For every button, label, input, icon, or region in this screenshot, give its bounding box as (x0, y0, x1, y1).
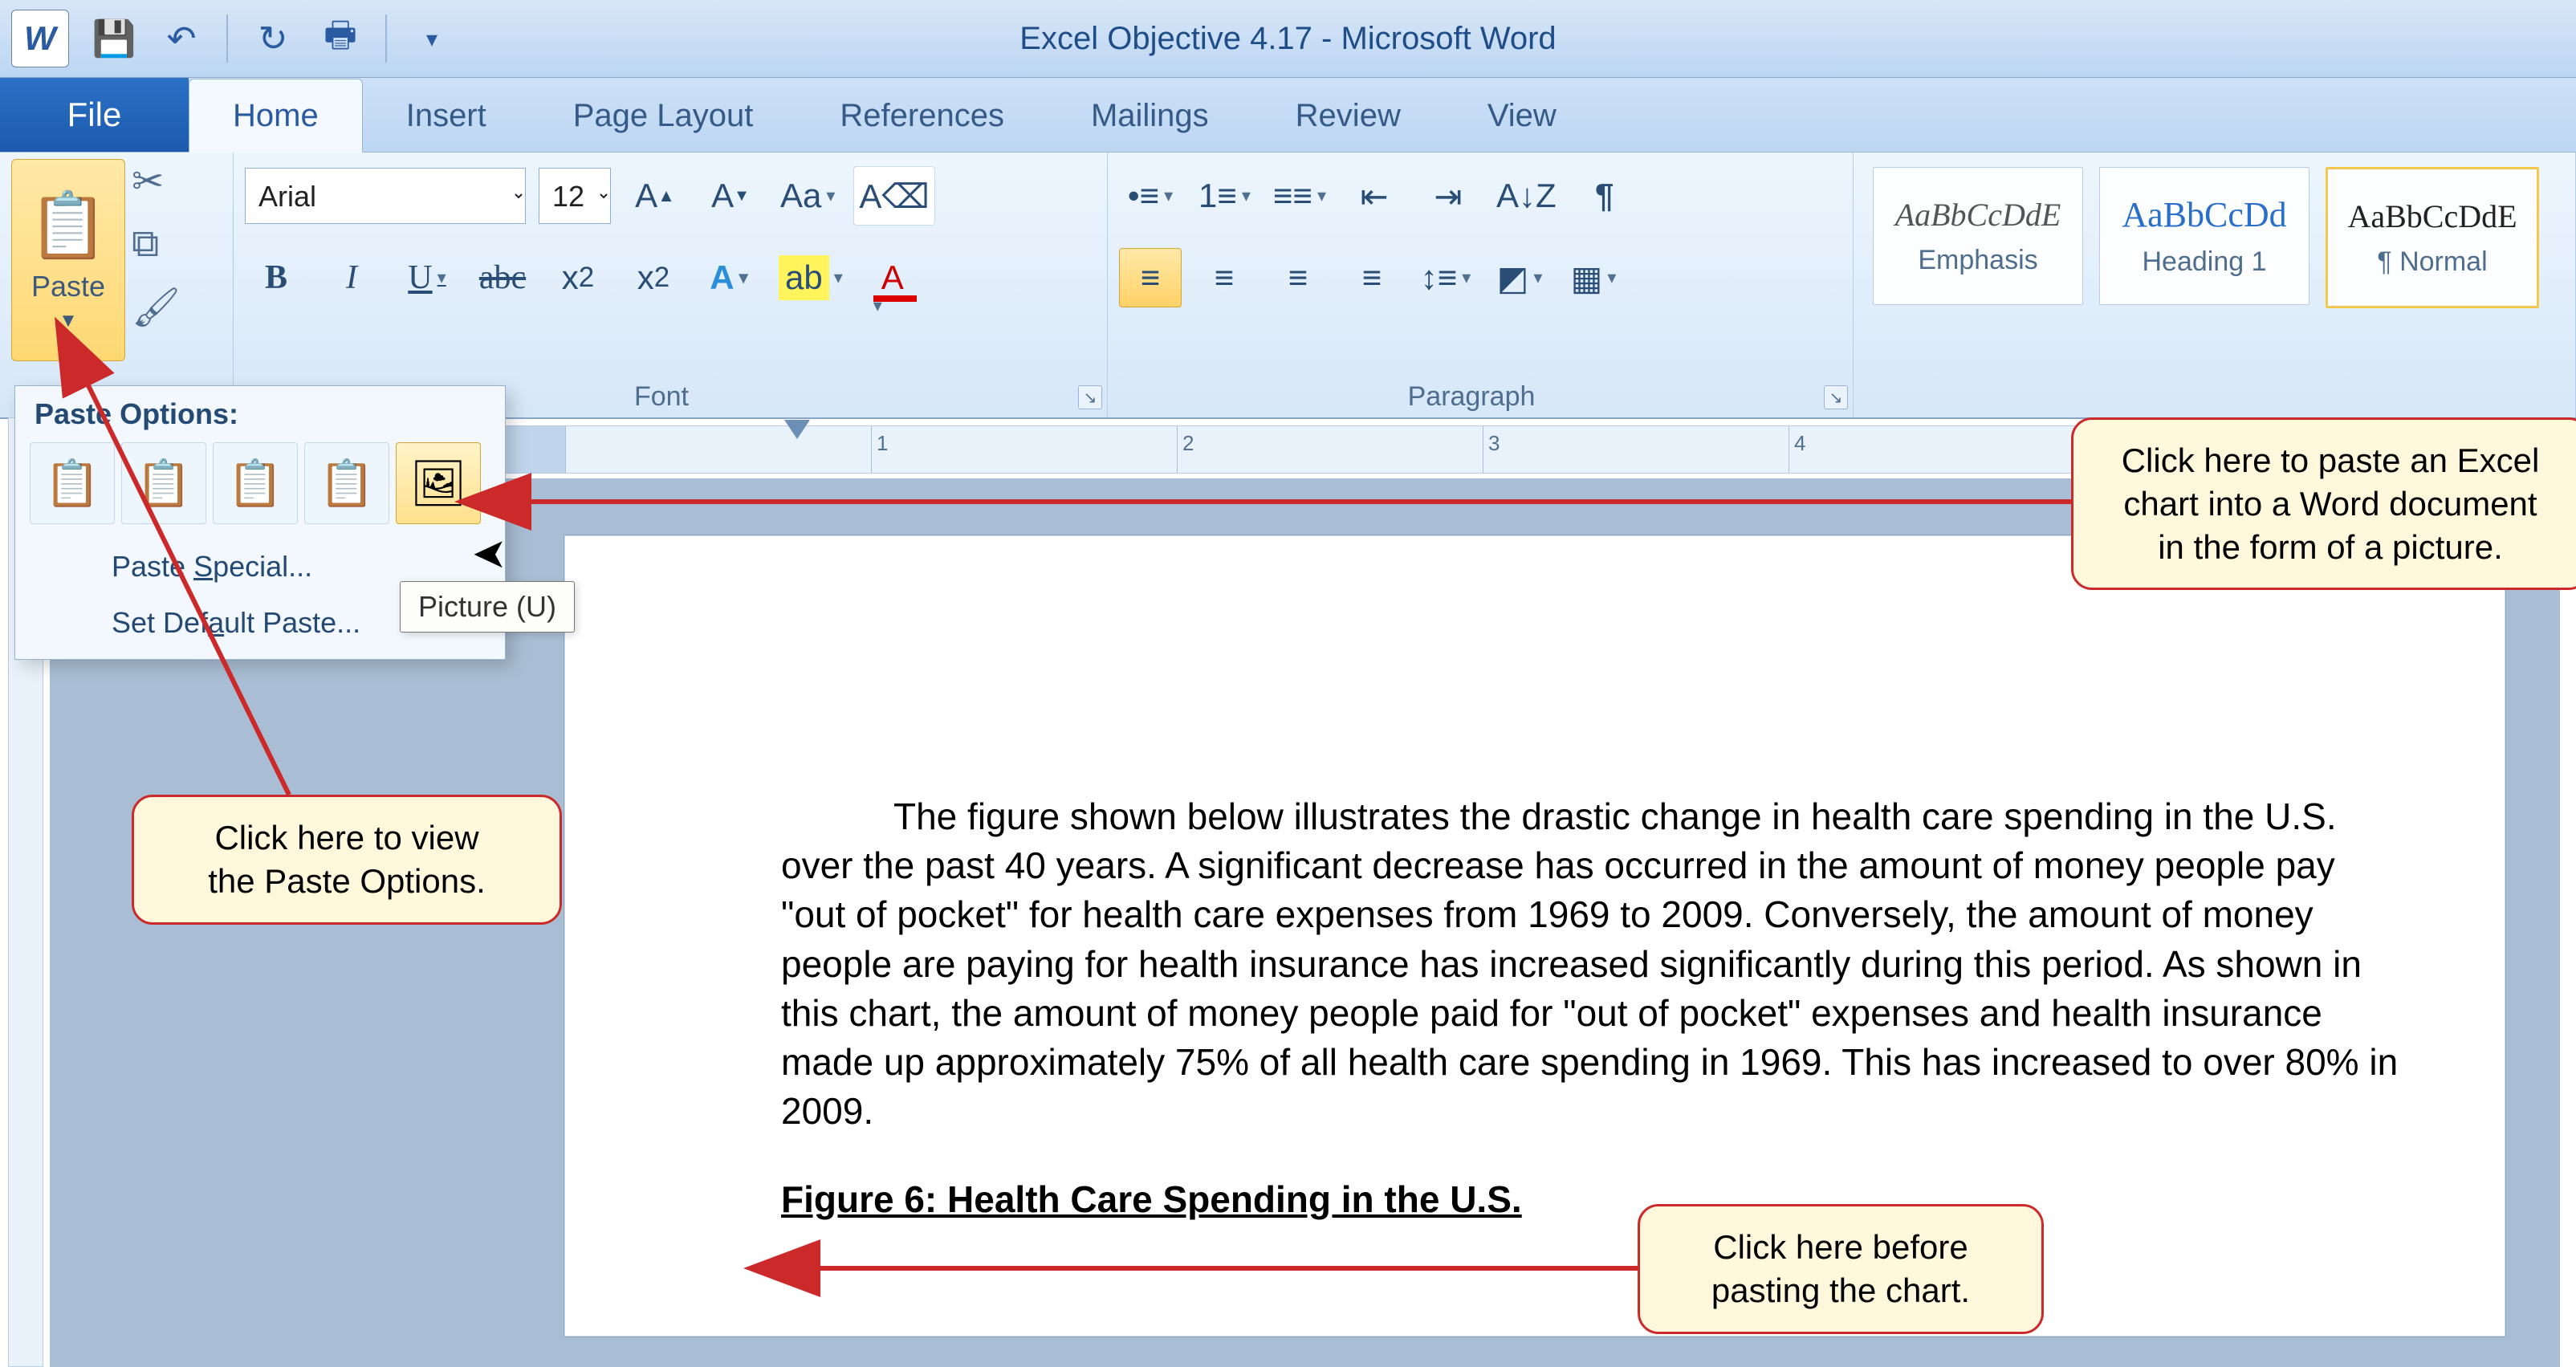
callout-before-paste: Click here beforepasting the chart. (1638, 1204, 2044, 1334)
text-effects-button[interactable]: A (698, 248, 760, 307)
tab-mailings[interactable]: Mailings (1048, 79, 1252, 152)
ribbon: 📋 Paste ▼ ✂ ⧉ 🖌 Arial 12 A▲ A▼ Aa A⌫ (0, 153, 2576, 419)
tab-page-layout[interactable]: Page Layout (530, 79, 797, 152)
paragraph-dialog-launcher[interactable]: ↘ (1824, 385, 1848, 409)
paste-option-use-destination-styles[interactable]: 📋 (213, 442, 298, 524)
shading-button[interactable]: ◩ (1488, 248, 1551, 307)
style-label: Heading 1 (2142, 246, 2266, 278)
mouse-cursor-icon: ➤ (472, 530, 507, 578)
ruler-mark: 1 (877, 431, 888, 456)
ruler-mark: 3 (1488, 431, 1500, 456)
paste-option-keep-source-formatting[interactable]: 📋 (30, 442, 115, 524)
paste-label: Paste (31, 270, 105, 303)
tab-view[interactable]: View (1444, 79, 1600, 152)
paste-option-tooltip: Picture (U) (400, 581, 575, 633)
first-line-indent-marker[interactable] (784, 420, 810, 439)
qat-separator (226, 14, 228, 63)
clear-formatting-button[interactable]: A⌫ (853, 166, 934, 226)
paste-dropdown-arrow[interactable]: ▼ (59, 310, 78, 332)
cut-icon[interactable]: ✂ (132, 159, 181, 204)
paste-button[interactable]: 📋 Paste ▼ (11, 159, 125, 361)
decrease-indent-button[interactable]: ⇤ (1343, 166, 1406, 226)
justify-button[interactable]: ≡ (1341, 248, 1403, 307)
show-hide-button[interactable]: ¶ (1573, 166, 1636, 226)
tab-references[interactable]: References (796, 79, 1048, 152)
tab-review[interactable]: Review (1252, 79, 1444, 152)
subscript-button[interactable]: x2 (547, 248, 609, 307)
paste-option-link-keep-source[interactable]: 📋 (304, 442, 389, 524)
sort-button[interactable]: A↓Z (1491, 166, 1562, 226)
quick-print-icon[interactable]: 🖶 (318, 16, 363, 61)
tab-file[interactable]: File (0, 78, 189, 152)
tab-home[interactable]: Home (189, 79, 363, 153)
font-dialog-launcher[interactable]: ↘ (1078, 385, 1102, 409)
borders-button[interactable]: ▦ (1562, 248, 1625, 307)
numbering-button[interactable]: 1≡ (1193, 166, 1256, 226)
style-sample: AaBbCcDdE (1895, 196, 2061, 234)
paste-option-merge-formatting[interactable]: 📋 (121, 442, 206, 524)
group-paragraph: •≡ 1≡ ≡≡ ⇤ ⇥ A↓Z ¶ ≡ ≡ ≡ ≡ ↕≡ ◩ ▦ Paragr… (1108, 153, 1854, 417)
style-sample: AaBbCcDdE (2347, 197, 2517, 235)
line-spacing-button[interactable]: ↕≡ (1414, 248, 1477, 307)
document-paragraph[interactable]: The figure shown below illustrates the d… (781, 792, 2409, 1136)
tab-insert[interactable]: Insert (363, 79, 530, 152)
title-bar: W 💾 ↶ ↻ 🖶 ▾ Excel Objective 4.17 - Micro… (0, 0, 2576, 78)
callout-paste-options: Click here to viewthe Paste Options. (132, 795, 562, 925)
highlight-button[interactable]: ab (773, 248, 848, 307)
style-label: ¶ Normal (2377, 246, 2487, 278)
shrink-font-button[interactable]: A▼ (699, 166, 762, 226)
font-color-button[interactable]: A (861, 248, 924, 307)
bullets-button[interactable]: •≡ (1119, 166, 1182, 226)
multilevel-list-button[interactable]: ≡≡ (1268, 166, 1332, 226)
callout-picture-paste: Click here to paste an Excelchart into a… (2071, 417, 2576, 590)
align-right-button[interactable]: ≡ (1267, 248, 1329, 307)
undo-icon[interactable]: ↶ (159, 16, 204, 61)
underline-button[interactable]: U (396, 248, 458, 307)
format-painter-icon[interactable]: 🖌 (132, 284, 181, 330)
clipboard-icon: 📋 (28, 188, 108, 263)
increase-indent-button[interactable]: ⇥ (1417, 166, 1479, 226)
style-heading1[interactable]: AaBbCcDd Heading 1 (2099, 167, 2309, 305)
style-sample: AaBbCcDd (2122, 194, 2286, 235)
group-styles: AaBbCcDdE Emphasis AaBbCcDd Heading 1 Aa… (1854, 153, 2576, 417)
group-clipboard: 📋 Paste ▼ ✂ ⧉ 🖌 (0, 153, 234, 417)
style-normal[interactable]: AaBbCcDdE ¶ Normal (2326, 167, 2539, 308)
quick-access-toolbar: W 💾 ↶ ↻ 🖶 ▾ (0, 6, 454, 71)
bold-button[interactable]: B (245, 248, 307, 307)
qat-separator-2 (385, 14, 387, 63)
group-font: Arial 12 A▲ A▼ Aa A⌫ B I U abc x2 x2 A a… (234, 153, 1108, 417)
word-app-icon[interactable]: W (11, 10, 69, 67)
align-center-button[interactable]: ≡ (1193, 248, 1255, 307)
superscript-button[interactable]: x2 (622, 248, 685, 307)
align-left-button[interactable]: ≡ (1119, 248, 1182, 307)
strikethrough-button[interactable]: abc (471, 248, 534, 307)
grow-font-button[interactable]: A▲ (624, 166, 686, 226)
style-emphasis[interactable]: AaBbCcDdE Emphasis (1873, 167, 2083, 305)
ribbon-tabs: File Home Insert Page Layout References … (0, 78, 2576, 153)
qat-customize-icon[interactable]: ▾ (409, 16, 454, 61)
italic-button[interactable]: I (320, 248, 383, 307)
copy-icon[interactable]: ⧉ (132, 222, 181, 266)
change-case-button[interactable]: Aa (775, 166, 840, 226)
ruler-mark: 2 (1182, 431, 1194, 456)
ruler-mark: 4 (1794, 431, 1805, 456)
font-name-select[interactable]: Arial (245, 168, 526, 224)
paragraph-group-label: Paragraph (1108, 381, 1835, 413)
style-label: Emphasis (1918, 245, 2037, 276)
font-size-select[interactable]: 12 (539, 168, 611, 224)
document-page[interactable]: The figure shown below illustrates the d… (564, 535, 2506, 1337)
redo-icon[interactable]: ↻ (250, 16, 295, 61)
paste-option-picture[interactable]: 🖼 (396, 442, 481, 524)
paste-options-header: Paste Options: (15, 397, 505, 442)
save-icon[interactable]: 💾 (92, 16, 136, 61)
figure-label[interactable]: Figure 6: Health Care Spending in the U.… (781, 1178, 2409, 1221)
